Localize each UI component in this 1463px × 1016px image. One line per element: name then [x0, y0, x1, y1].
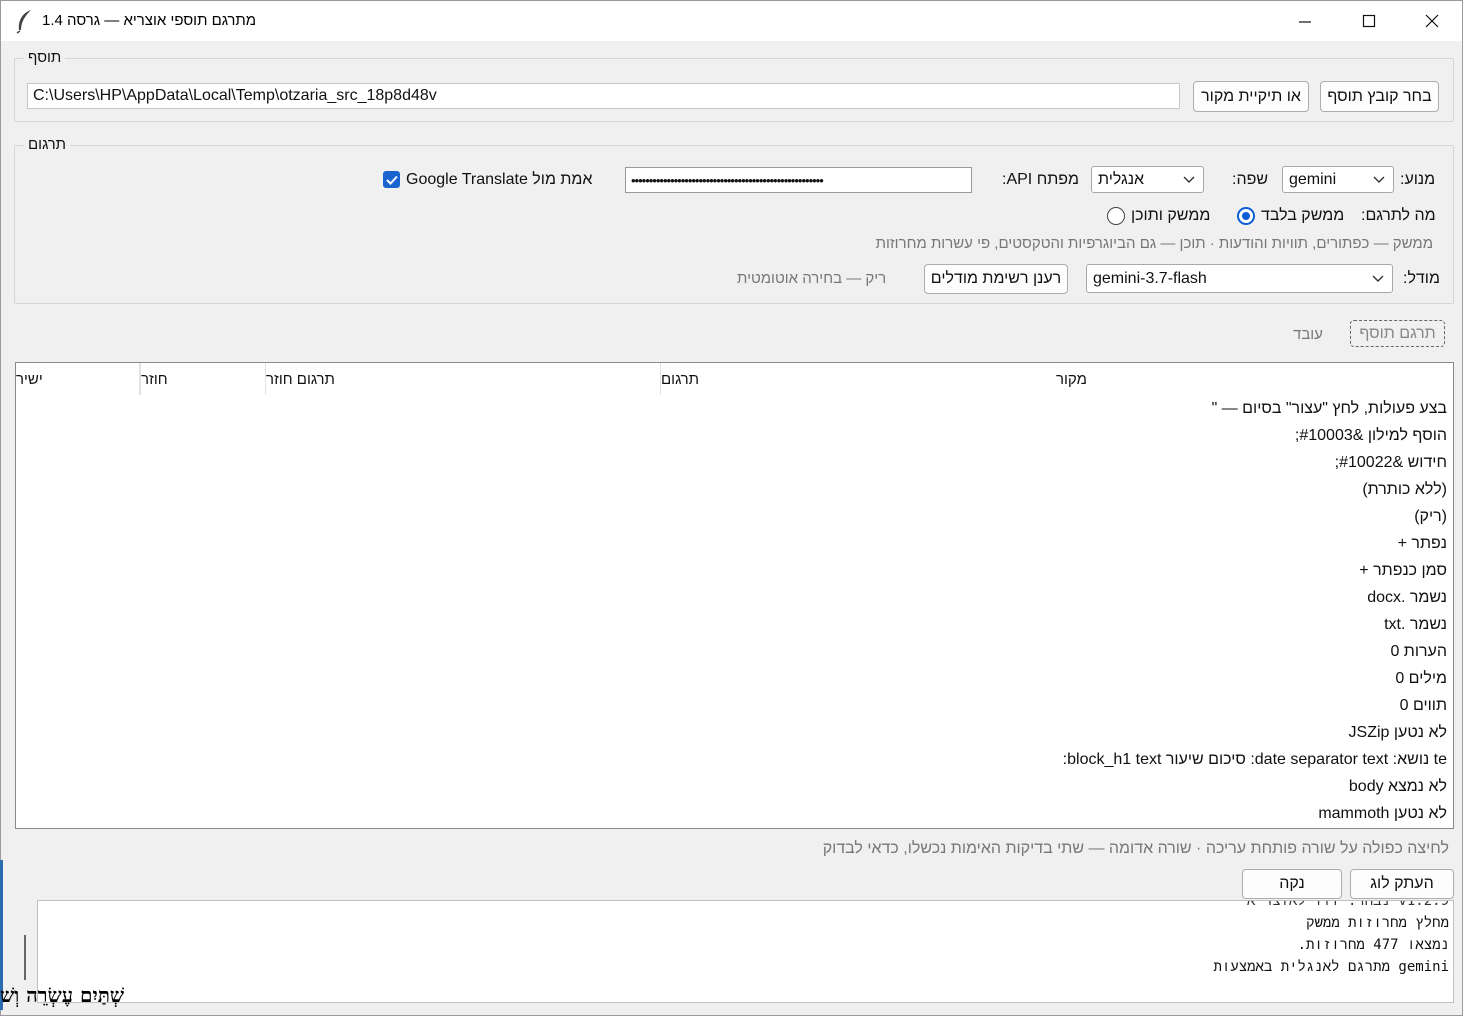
table-row[interactable]: לא נמצא body — [1349, 773, 1447, 800]
option-ui-content-radio[interactable] — [1107, 207, 1125, 225]
table-row[interactable]: חידוש &#10022; — [1335, 449, 1447, 476]
log-line: מחלץ מחרוזות ממשק — [1306, 915, 1449, 931]
model-select[interactable]: gemini-3.7-flash — [1086, 264, 1393, 293]
feather-icon — [16, 10, 31, 34]
choose-plugin-file-button[interactable]: בחר קובץ תוסף — [1320, 81, 1439, 112]
scroll-indicator[interactable] — [24, 935, 26, 980]
log-output[interactable]: v1.2.9 נבחר: ווו לאוצריא מחלץ מחרוזות ממ… — [37, 900, 1454, 1003]
option-ui-only-radio[interactable] — [1237, 207, 1255, 225]
maximize-button[interactable] — [1338, 1, 1400, 41]
close-button[interactable] — [1401, 1, 1463, 41]
google-verify-checkbox[interactable] — [383, 171, 400, 188]
log-line: v1.2.9 נבחר: ווו לאוצריא — [1247, 900, 1449, 909]
chevron-down-icon — [1183, 176, 1195, 183]
table-row[interactable]: (ריק) — [1414, 503, 1447, 530]
overlay-hebrew-text: שְׁתַּיִם עֶשְׂרֵה וְשׁ — [0, 983, 125, 1007]
what-to-translate-label: מה לתרגם: — [1361, 207, 1436, 224]
clear-log-button[interactable]: נקה — [1242, 869, 1342, 899]
maximize-icon — [1362, 14, 1376, 28]
engine-select[interactable]: gemini — [1282, 166, 1394, 193]
api-key-label: מפתח API: — [1002, 171, 1080, 188]
table-row[interactable]: te נושא: date separator text: סיכום שיעו… — [1063, 746, 1447, 773]
table-row[interactable]: בצע פעולות, לחץ "עצור" בסיום — " — [1212, 395, 1447, 422]
chevron-down-icon — [1373, 176, 1385, 183]
translate-plugin-button[interactable]: תרגם תוסף — [1350, 320, 1445, 347]
table-row[interactable]: הערות 0 — [1390, 638, 1447, 665]
column-header-direct[interactable]: ישיר — [16, 363, 140, 395]
refresh-models-button[interactable]: רענן רשימת מודלים — [924, 264, 1068, 294]
option-ui-only-label: ממשק בלבד — [1261, 207, 1345, 224]
table-row[interactable]: תווים 0 — [1400, 692, 1447, 719]
api-key-input[interactable]: ••••••••••••••••••••••••••••••••••••••••… — [625, 167, 972, 193]
column-header-source[interactable]: מקור — [1056, 363, 1453, 395]
column-header-translation[interactable]: תרגום — [660, 363, 1056, 395]
language-select-value: אנגלית — [1098, 170, 1145, 188]
google-verify-label: אמת מול Google Translate — [406, 171, 593, 188]
table-row[interactable]: נשמר .txt — [1384, 611, 1447, 638]
translation-group-label: תרגום — [24, 136, 71, 153]
minimize-button[interactable] — [1274, 1, 1336, 41]
table-row[interactable]: נשמר .docx — [1367, 584, 1447, 611]
table-row[interactable]: לא נטען JSZip — [1349, 719, 1447, 746]
table-row[interactable]: (ללא כותרת) — [1362, 476, 1447, 503]
table-row[interactable]: הוסף למילון &#10003; — [1295, 422, 1447, 449]
table-row[interactable]: סמן כנפתר + — [1359, 557, 1447, 584]
close-icon — [1425, 14, 1439, 28]
chevron-down-icon — [1372, 275, 1384, 282]
plugin-path-input[interactable]: C:\Users\HP\AppData\Local\Temp\otzaria_s… — [27, 83, 1180, 109]
log-line: gemini מתרגם לאנגלית באמצעות — [1213, 959, 1450, 975]
model-select-value: gemini-3.7-flash — [1093, 269, 1207, 287]
column-header-back[interactable]: חוזר — [140, 363, 265, 395]
table-hint: לחיצה כפולה על שורה פותחת עריכה · שורה א… — [822, 840, 1449, 857]
language-label: שפה: — [1232, 171, 1269, 188]
table-row[interactable]: מילים 0 — [1395, 665, 1447, 692]
table-row[interactable]: לא נטען mammoth — [1318, 800, 1447, 827]
status-text: עובד — [1293, 326, 1323, 343]
model-hint: ריק — בחירה אוטומטית — [737, 270, 887, 287]
translate-scope-hint: ממשק — כפתורים, תוויות והודעות · תוכן — … — [875, 235, 1433, 252]
source-folder-button[interactable]: או תיקיית מקור — [1193, 81, 1309, 112]
log-line: נמצאו 477 מחרוזות. — [1297, 937, 1449, 953]
window-title: מתרגם תוספי אוצריא — גרסה 1.4 — [42, 12, 257, 29]
column-header-back-translation[interactable]: תרגום חוזר — [265, 363, 660, 395]
option-ui-content-label: ממשק ותוכן — [1131, 207, 1211, 224]
checkmark-icon — [385, 175, 398, 185]
plugin-group-label: תוסף — [24, 49, 66, 66]
minimize-icon — [1299, 21, 1311, 23]
engine-select-value: gemini — [1289, 170, 1337, 188]
language-select[interactable]: אנגלית — [1091, 166, 1204, 193]
strings-table[interactable]: מקור תרגום תרגום חוזר חוזר ישיר בצע פעול… — [15, 362, 1454, 829]
model-label: מודל: — [1403, 270, 1440, 287]
table-row[interactable]: נפתר + — [1398, 530, 1447, 557]
engine-label: מנוע: — [1400, 171, 1436, 188]
copy-log-button[interactable]: העתק לוג — [1350, 869, 1454, 899]
